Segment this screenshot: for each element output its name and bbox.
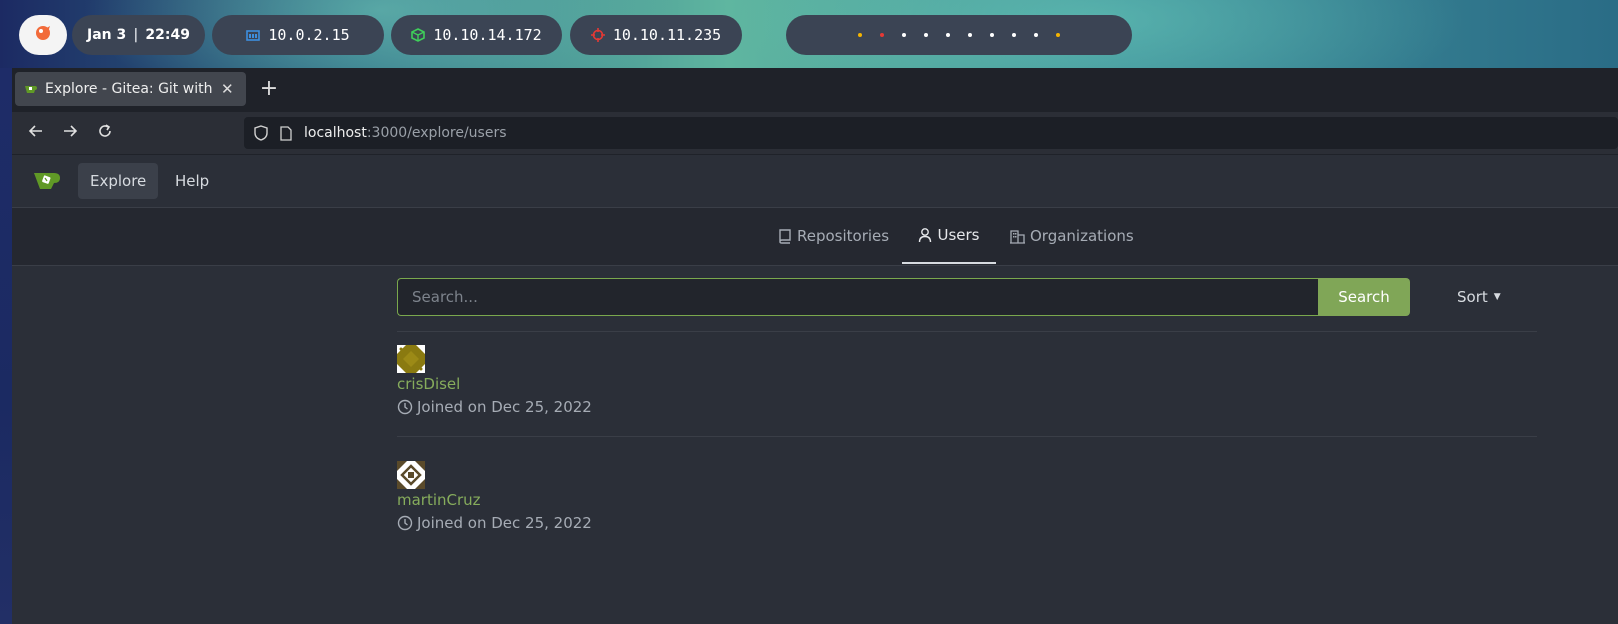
target-crosshair-icon xyxy=(590,28,605,42)
workspace-dot-9[interactable] xyxy=(1034,33,1038,37)
navigation-toolbar: localhost:3000/explore/users xyxy=(12,112,1618,155)
browser-window: Explore - Gitea: Git with a ✕ + localhos… xyxy=(12,68,1618,624)
workspace-dot-5[interactable] xyxy=(946,33,950,37)
time-text: 22:49 xyxy=(145,27,190,43)
target-ip-widget[interactable]: 10.10.11.235 xyxy=(570,15,742,55)
reload-button[interactable] xyxy=(94,122,116,144)
workspace-dot-1[interactable] xyxy=(858,33,862,37)
vpn-cube-icon xyxy=(411,28,426,42)
gitea-page: Explore Help Repositories Users Organiza… xyxy=(12,155,1618,624)
url-host: localhost xyxy=(304,125,367,141)
workspace-indicator[interactable] xyxy=(786,15,1132,55)
list-divider xyxy=(397,436,1537,437)
clock-icon xyxy=(397,399,413,415)
gitea-logo-icon[interactable] xyxy=(32,168,62,196)
date-text: Jan 3 xyxy=(87,27,127,43)
list-divider xyxy=(397,331,1537,332)
target-ip-text: 10.10.11.235 xyxy=(612,26,722,44)
user-list-item: martinCruz Joined on Dec 25, 2022 xyxy=(397,461,592,532)
tab-repositories[interactable]: Repositories xyxy=(778,208,889,263)
os-menu-button[interactable] xyxy=(19,15,67,55)
gitea-favicon-icon xyxy=(24,83,38,95)
gitea-navbar: Explore Help xyxy=(12,155,1618,208)
repo-icon xyxy=(778,228,792,244)
nav-help-label: Help xyxy=(175,172,210,190)
network-icon xyxy=(246,28,261,42)
person-icon xyxy=(918,227,932,243)
workspace-dot-3[interactable] xyxy=(902,33,906,37)
tab-title: Explore - Gitea: Git with a xyxy=(45,81,215,97)
local-ip-widget[interactable]: 10.0.2.15 xyxy=(212,15,384,55)
tab-users[interactable]: Users xyxy=(902,208,996,264)
tab-users-label: Users xyxy=(937,226,980,244)
workspace-dot-7[interactable] xyxy=(990,33,994,37)
user-avatar-martincruz[interactable] xyxy=(397,461,592,489)
nav-explore-label: Explore xyxy=(90,172,147,190)
tab-organizations-label: Organizations xyxy=(1030,226,1134,245)
desktop-wallpaper-edge xyxy=(0,68,12,624)
nav-help[interactable]: Help xyxy=(163,163,221,199)
new-tab-button[interactable]: + xyxy=(256,76,282,101)
user-name-link[interactable]: martinCruz xyxy=(397,491,592,509)
forward-button[interactable] xyxy=(59,122,81,144)
os-taskbar: Jan 3 | 22:49 10.0.2.15 10.10.14.172 10.… xyxy=(0,0,1618,68)
nav-explore[interactable]: Explore xyxy=(78,163,159,199)
joined-text: Joined on Dec 25, 2022 xyxy=(417,514,592,532)
back-arrow-icon xyxy=(28,123,44,143)
vpn-ip-widget[interactable]: 10.10.14.172 xyxy=(391,15,562,55)
clock-separator: | xyxy=(133,27,139,43)
shield-icon[interactable] xyxy=(254,125,268,141)
url-bar[interactable]: localhost:3000/explore/users xyxy=(244,117,1618,149)
search-input[interactable] xyxy=(397,278,1318,316)
user-list-item: crisDisel Joined on Dec 25, 2022 xyxy=(397,345,592,416)
search-bar: Search xyxy=(397,278,1423,316)
local-ip-text: 10.0.2.15 xyxy=(268,26,350,44)
parrot-logo-icon xyxy=(33,23,53,47)
browser-tab-active[interactable]: Explore - Gitea: Git with a ✕ xyxy=(15,72,246,106)
joined-text: Joined on Dec 25, 2022 xyxy=(417,398,592,416)
vpn-ip-text: 10.10.14.172 xyxy=(433,26,542,44)
user-joined-date: Joined on Dec 25, 2022 xyxy=(397,398,592,416)
tab-strip: Explore - Gitea: Git with a ✕ + xyxy=(12,68,1618,112)
user-name-link[interactable]: crisDisel xyxy=(397,375,592,393)
search-button[interactable]: Search xyxy=(1318,278,1410,316)
clock-widget[interactable]: Jan 3 | 22:49 xyxy=(72,15,205,55)
caret-down-icon: ▼ xyxy=(1493,292,1501,302)
clock-icon xyxy=(397,515,413,531)
user-avatar-crisdisel[interactable] xyxy=(397,345,592,373)
workspace-dot-6[interactable] xyxy=(968,33,972,37)
sort-dropdown[interactable]: Sort ▼ xyxy=(1457,288,1501,306)
tab-repositories-label: Repositories xyxy=(797,226,890,245)
workspace-dot-4[interactable] xyxy=(924,33,928,37)
tab-organizations[interactable]: Organizations xyxy=(1010,208,1134,263)
sort-label: Sort xyxy=(1457,288,1488,306)
forward-arrow-icon xyxy=(62,123,78,143)
tab-close-icon[interactable]: ✕ xyxy=(221,80,234,98)
workspace-dot-8[interactable] xyxy=(1012,33,1016,37)
organization-icon xyxy=(1010,228,1025,244)
back-button[interactable] xyxy=(25,122,47,144)
url-path: :3000/explore/users xyxy=(366,125,507,141)
workspace-dot-2[interactable] xyxy=(880,33,884,37)
page-info-icon[interactable] xyxy=(280,125,292,141)
reload-icon xyxy=(97,123,113,143)
user-joined-date: Joined on Dec 25, 2022 xyxy=(397,514,592,532)
explore-tabs: Repositories Users Organizations xyxy=(12,208,1618,266)
workspace-dot-10[interactable] xyxy=(1056,33,1060,37)
